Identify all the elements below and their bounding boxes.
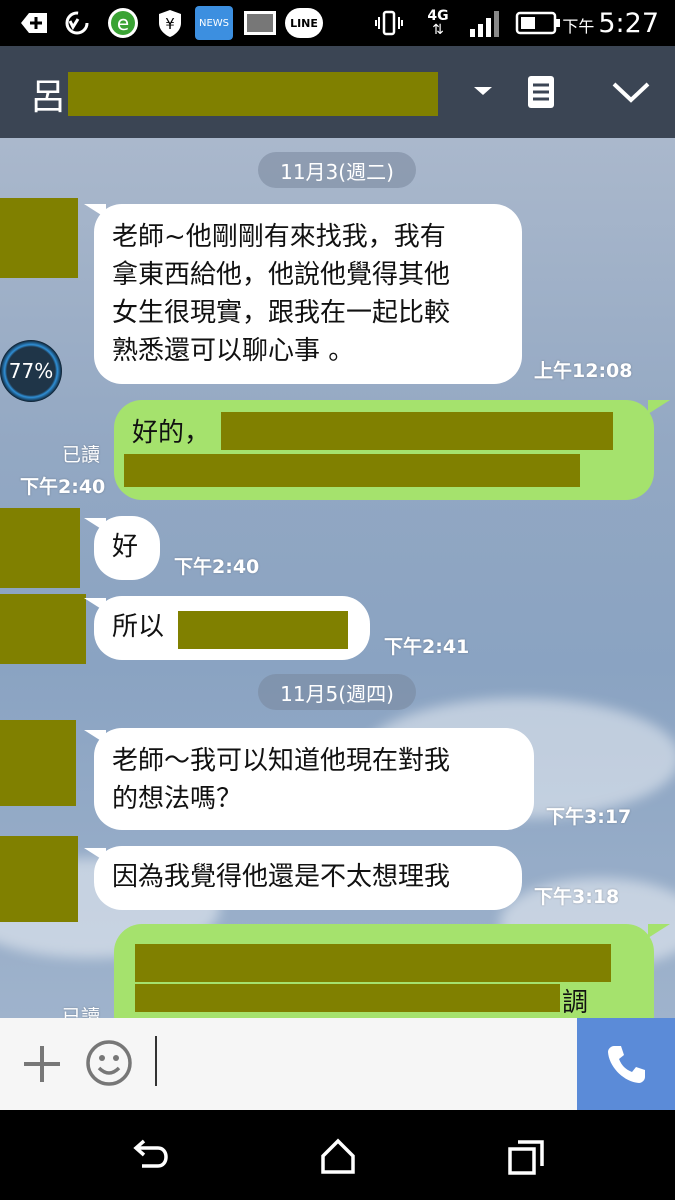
line-app-icon: LINE [284, 6, 324, 40]
date-separator: 11月5(週四) [258, 674, 416, 710]
avatar[interactable] [0, 594, 86, 664]
sync-icon [60, 6, 94, 40]
redacted-text [124, 454, 580, 487]
read-receipt: 已讀 [62, 1006, 101, 1018]
chat-header: 呂 [0, 46, 675, 138]
message-text: 老師~他剛剛有來找我，我有 拿東西給他，他說他覺得其他 女生很現實，跟我在一起比… [112, 222, 451, 366]
status-bar: e ¥ NEWS LINE 4G ⇅ 下午 5:27 [0, 0, 675, 46]
news-app-icon: NEWS [194, 6, 234, 40]
redacted-text [178, 611, 348, 649]
line-label: LINE [285, 8, 323, 38]
avatar[interactable] [0, 508, 80, 588]
dropdown-arrow-icon[interactable] [470, 78, 496, 104]
message-text: 調 [562, 988, 589, 1018]
message-input-bar [0, 1018, 675, 1110]
shield-yen-icon: ¥ [152, 6, 188, 40]
clock: 下午 5:27 [562, 8, 659, 39]
battery-percent: 77% [8, 359, 54, 383]
call-button[interactable] [577, 1018, 675, 1110]
bubble-tail [648, 400, 670, 414]
message-input[interactable] [160, 1028, 570, 1100]
message-text: 好 [112, 532, 139, 562]
browser-e-icon: e [104, 6, 142, 40]
signal-icon [464, 6, 508, 40]
recent-apps-icon[interactable] [506, 1138, 546, 1176]
redacted-contact-name [68, 72, 438, 116]
news-label: NEWS [195, 6, 233, 40]
date-separator: 11月3(週二) [258, 152, 416, 188]
home-icon[interactable] [318, 1136, 358, 1176]
message-time: 下午3:17 [546, 806, 632, 828]
message-bubble-incoming[interactable]: 老師~他剛剛有來找我，我有 拿東西給他，他說他覺得其他 女生很現實，跟我在一起比… [94, 204, 522, 384]
avatar[interactable] [0, 198, 78, 278]
phone-icon [608, 1046, 645, 1083]
notes-icon[interactable] [526, 74, 556, 110]
message-time: 下午2:41 [384, 636, 470, 658]
message-time: 下午2:40 [20, 476, 106, 498]
bubble-tail [648, 924, 670, 938]
battery-widget-badge[interactable]: 77% [0, 340, 62, 402]
chat-area[interactable]: 11月3(週二) 老師~他剛剛有來找我，我有 拿東西給他，他說他覺得其他 女生很… [0, 138, 675, 1018]
emoji-icon[interactable] [84, 1038, 134, 1088]
contact-name[interactable]: 呂 [30, 68, 66, 120]
avatar[interactable] [0, 836, 78, 922]
plus-icon[interactable] [20, 1042, 64, 1086]
read-receipt: 已讀 [62, 444, 101, 466]
message-time: 上午12:08 [534, 360, 633, 382]
add-notification-icon [16, 6, 50, 40]
redacted-text [135, 944, 611, 982]
text-cursor [155, 1036, 157, 1086]
message-time: 下午2:40 [174, 556, 260, 578]
avatar[interactable] [0, 720, 76, 806]
message-bubble-incoming[interactable]: 老師～我可以知道他現在對我 的想法嗎？ [94, 728, 534, 830]
svg-text:¥: ¥ [165, 15, 175, 33]
message-time: 下午3:18 [534, 886, 620, 908]
redacted-text [221, 412, 613, 450]
clock-time: 5:27 [598, 8, 659, 39]
message-text: 老師～我可以知道他現在對我 的想法嗎？ [112, 746, 451, 814]
system-navigation-bar [0, 1110, 675, 1200]
collapse-chevron-icon[interactable] [610, 76, 652, 108]
message-bubble-incoming[interactable]: 好 [94, 516, 160, 580]
network-label: 4G [427, 8, 449, 24]
message-bubble-incoming[interactable]: 因為我覺得他還是不太想理我 [94, 846, 522, 910]
back-icon[interactable] [130, 1138, 170, 1174]
clock-period: 下午 [562, 17, 595, 36]
redacted-text [135, 984, 560, 1012]
network-4g-icon: 4G ⇅ [427, 8, 449, 38]
battery-icon [514, 6, 562, 40]
vibrate-icon [372, 6, 406, 40]
message-text: 因為我覺得他還是不太想理我 [112, 862, 451, 892]
svg-text:e: e [117, 11, 129, 35]
image-gallery-icon [240, 6, 280, 40]
